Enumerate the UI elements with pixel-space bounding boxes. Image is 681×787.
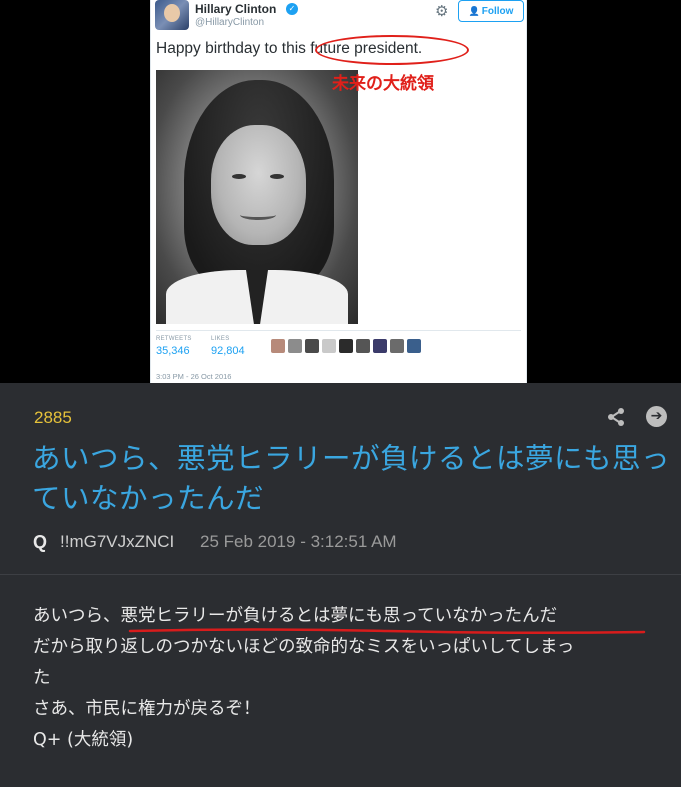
japanese-annotation: 未来の大統領 [332,74,434,94]
likes-count[interactable]: 92,804 [211,345,245,357]
photo-eye-left [232,174,246,179]
follow-label: Follow [481,6,514,17]
tweet-photo[interactable] [156,70,358,324]
body-line: た [33,668,51,688]
liker-avatar[interactable] [305,339,319,353]
red-circle-annotation [315,35,469,65]
red-underline-annotation [128,628,646,635]
tripcode: !!mG7VJxZNCI [60,532,175,551]
liker-avatar[interactable] [288,339,302,353]
retweets-label: RETWEETS [156,336,192,342]
liker-avatar[interactable] [322,339,336,353]
photo-eye-right [270,174,284,179]
liker-avatar[interactable] [373,339,387,353]
add-user-icon: 👤 [468,6,480,16]
body-line: さあ、市民に権力が戻るぞ！ [33,699,261,719]
verified-badge-icon: ✓ [286,3,298,15]
post-date: 25 Feb 2019 - 3:12:51 AM [200,532,397,551]
liker-avatar[interactable] [407,339,421,353]
author-name: Q [33,532,48,552]
post-number[interactable]: 2885 [34,408,72,428]
liker-avatar[interactable] [390,339,404,353]
avatar[interactable] [155,0,189,30]
liker-avatars [271,339,421,353]
arrow-right-icon[interactable]: ➔ [646,406,667,427]
stats-divider [156,330,521,331]
gear-icon[interactable]: ⚙ [435,2,448,20]
tweet-card: Hillary Clinton ✓ @HillaryClinton ⚙ 👤 Fol… [150,0,527,383]
post-divider [0,574,681,575]
tweet-screenshot: Hillary Clinton ✓ @HillaryClinton ⚙ 👤 Fol… [0,0,681,383]
handle[interactable]: @HillaryClinton [195,17,264,28]
post-title: あいつら、悪党ヒラリーが負けるとは夢にも思っていなかったんだ [32,442,671,515]
follow-button[interactable]: 👤 Follow [458,0,524,22]
body-line: だから取り返しのつかないほどの致命的なミスをいっぱいしてしまっ [33,637,575,657]
retweets-count[interactable]: 35,346 [156,345,190,357]
tweet-timestamp[interactable]: 3:03 PM - 26 Oct 2016 [156,372,231,381]
liker-avatar[interactable] [339,339,353,353]
display-name[interactable]: Hillary Clinton [195,2,276,16]
post-body: あいつら、悪党ヒラリーが負けるとは夢にも思っていなかったんだ だから取り返しのつ… [33,601,663,756]
photo-smile [240,210,276,220]
photo-collar [166,270,348,324]
body-line: Q+ (大統領) [33,730,134,750]
liker-avatar[interactable] [356,339,370,353]
share-icon[interactable] [605,406,627,428]
photo-face [211,125,306,245]
liker-avatar[interactable] [271,339,285,353]
likes-label: LIKES [211,336,230,342]
q-post: 2885 ➔ あいつら、悪党ヒラリーが負けるとは夢にも思っていなかったんだ Q … [0,383,681,787]
